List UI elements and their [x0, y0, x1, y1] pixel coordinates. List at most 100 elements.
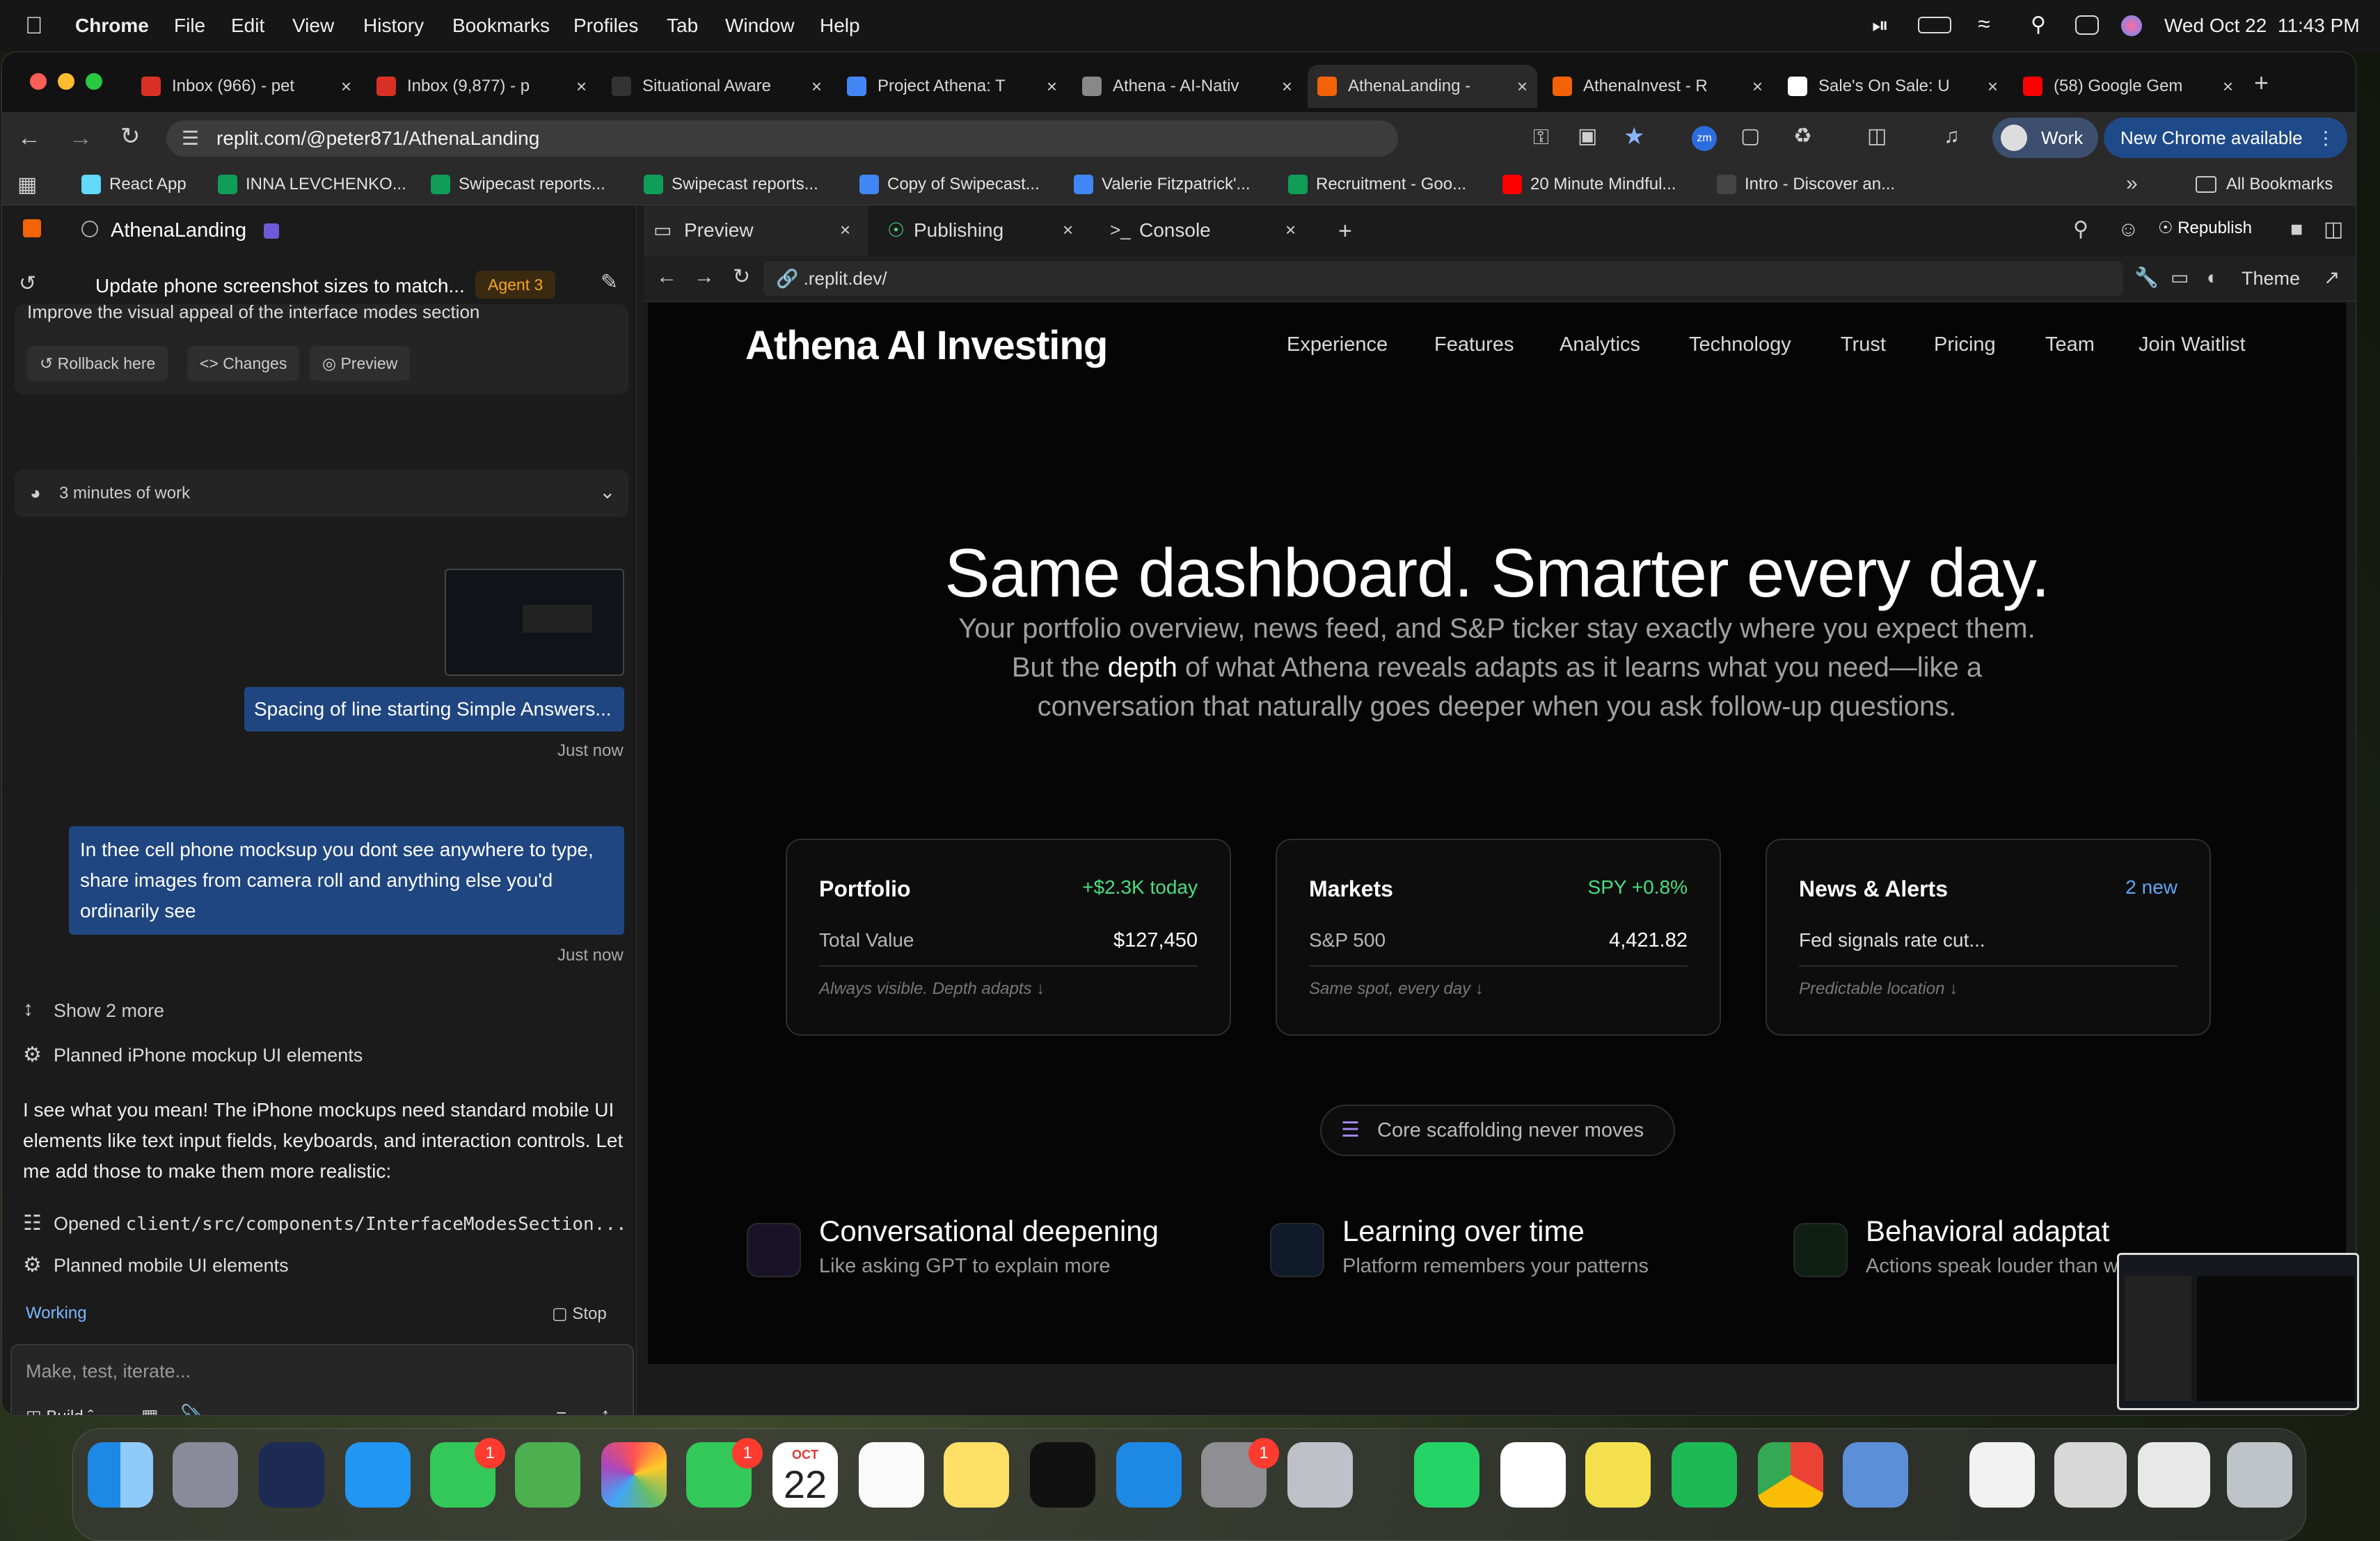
- chat-input-box[interactable]: Make, test, iterate... ◫ Build ˆ ▦ 📎 ≡ ↑: [10, 1344, 634, 1416]
- chevron-down-icon[interactable]: ⌄: [599, 482, 615, 502]
- close-tab-icon[interactable]: ×: [2223, 76, 2233, 97]
- back-icon[interactable]: ←: [17, 126, 41, 150]
- apple-icon[interactable]: : [25, 13, 43, 40]
- stop-button[interactable]: ▢ Stop: [552, 1304, 607, 1324]
- attach-icon[interactable]: 📎: [180, 1405, 205, 1416]
- devtools-wrench-icon[interactable]: 🔧: [2134, 268, 2159, 287]
- palette-icon[interactable]: ◐: [2207, 268, 2219, 287]
- tab-preview[interactable]: ▭ Preview ×: [644, 205, 868, 255]
- preview-url-field[interactable]: 🔗 .replit.dev/: [763, 261, 2123, 296]
- dock-document-icon[interactable]: [1969, 1442, 2035, 1508]
- bookmark-item[interactable]: Swipecast reports...: [431, 175, 605, 194]
- dock-trash-icon[interactable]: [2227, 1442, 2292, 1508]
- browser-tab[interactable]: AthenaInvest - R ×: [1543, 65, 1772, 108]
- tab-search-icon[interactable]: ◫: [1867, 126, 1887, 147]
- extension-icon[interactable]: ▢: [1740, 126, 1760, 147]
- nav-features[interactable]: Features: [1434, 333, 1514, 356]
- nav-technology[interactable]: Technology: [1689, 333, 1791, 356]
- select-element-icon[interactable]: ▦: [141, 1407, 159, 1415]
- bookmark-item[interactable]: Swipecast reports...: [644, 175, 818, 194]
- close-icon[interactable]: ×: [1285, 221, 1296, 239]
- dock-window-icon[interactable]: [2054, 1442, 2127, 1508]
- dock-screenshots-icon[interactable]: [2138, 1442, 2210, 1508]
- forward-icon[interactable]: →: [69, 126, 93, 150]
- wifi-icon[interactable]: ≈: [1978, 11, 1990, 37]
- extensions-puzzle-icon[interactable]: ♻: [1793, 126, 1812, 147]
- dock-maps-icon[interactable]: [515, 1442, 580, 1508]
- browser-tab[interactable]: Sale's On Sale: U ×: [1778, 65, 2008, 108]
- tab-publishing[interactable]: ☉ Publishing ×: [880, 205, 1089, 255]
- bookmark-item[interactable]: React App: [81, 175, 187, 194]
- dock-safari-icon[interactable]: [345, 1442, 411, 1508]
- close-icon[interactable]: ×: [1063, 221, 1073, 239]
- send-arrow-icon[interactable]: ↑: [601, 1405, 610, 1416]
- close-tab-icon[interactable]: ×: [341, 76, 351, 97]
- update-chrome-button[interactable]: New Chrome available ⋮: [2104, 118, 2347, 158]
- profile-button[interactable]: Work: [1992, 118, 2098, 158]
- media-control-icon[interactable]: ♫: [1944, 126, 1960, 147]
- dock-appstore-icon[interactable]: [1116, 1442, 1182, 1508]
- apps-grid-icon[interactable]: ▦: [17, 175, 37, 196]
- new-tab-icon[interactable]: +: [2254, 70, 2269, 95]
- bookmark-item[interactable]: 20 Minute Mindful...: [1502, 175, 1676, 194]
- menu-view[interactable]: View: [292, 15, 334, 37]
- back-icon[interactable]: ←: [656, 267, 677, 287]
- bookmark-item[interactable]: INNA LEVCHENKO...: [218, 175, 406, 194]
- news-alerts-card[interactable]: News & Alerts 2 new Fed signals rate cut…: [1766, 839, 2211, 1036]
- history-icon[interactable]: ↺: [19, 274, 36, 294]
- bookmark-item[interactable]: Intro - Discover an...: [1717, 175, 1895, 194]
- opened-file-row[interactable]: Opened client/src/components/InterfaceMo…: [54, 1213, 627, 1235]
- menu-window[interactable]: Window: [725, 15, 795, 37]
- preview-button[interactable]: ◎ Preview: [310, 346, 411, 381]
- close-window-button[interactable]: [30, 73, 47, 90]
- control-center-icon[interactable]: [2075, 15, 2099, 35]
- dock-finder-icon[interactable]: [88, 1442, 153, 1508]
- minimize-window-button[interactable]: [58, 73, 74, 90]
- all-bookmarks[interactable]: All Bookmarks: [2196, 175, 2333, 194]
- layout-icon[interactable]: ◫: [2324, 219, 2343, 240]
- menu-file[interactable]: File: [174, 15, 205, 37]
- add-tab-icon[interactable]: +: [1338, 219, 1352, 243]
- browser-tab[interactable]: Situational Aware ×: [602, 65, 832, 108]
- more-vert-icon[interactable]: ⋮: [2317, 118, 2335, 158]
- menu-profiles[interactable]: Profiles: [573, 15, 638, 37]
- close-tab-icon[interactable]: ×: [811, 76, 822, 97]
- dock-tv-icon[interactable]: [1030, 1442, 1095, 1508]
- site-info-icon[interactable]: ☰: [182, 129, 199, 148]
- nav-analytics[interactable]: Analytics: [1560, 333, 1640, 356]
- new-chat-icon[interactable]: ✎: [601, 272, 618, 293]
- popout-icon[interactable]: ■: [2290, 219, 2303, 240]
- menu-help[interactable]: Help: [820, 15, 860, 37]
- browser-tab[interactable]: Athena - AI-Nativ ×: [1072, 65, 1302, 108]
- bookmark-star-icon[interactable]: ★: [1624, 125, 1644, 148]
- close-tab-icon[interactable]: ×: [1517, 76, 1528, 97]
- close-tab-icon[interactable]: ×: [1047, 76, 1057, 97]
- screenshot-thumbnail[interactable]: [2117, 1253, 2359, 1410]
- nav-team[interactable]: Team: [2045, 333, 2095, 356]
- bookmark-item[interactable]: Valerie Fitzpatrick'...: [1074, 175, 1251, 194]
- devices-icon[interactable]: ▭: [2171, 268, 2189, 287]
- siri-icon[interactable]: [2121, 15, 2142, 36]
- more-bookmarks-icon[interactable]: »: [2126, 173, 2138, 194]
- dock-preview-icon[interactable]: [1843, 1442, 1908, 1508]
- close-icon[interactable]: ×: [840, 221, 850, 239]
- dock-photos-icon[interactable]: [601, 1442, 667, 1508]
- browser-tab[interactable]: Inbox (966) - pet ×: [132, 65, 361, 108]
- password-key-icon[interactable]: ⚿: [1533, 127, 1549, 148]
- dock-reminders-icon[interactable]: [859, 1442, 924, 1508]
- external-link-icon[interactable]: ↗: [2324, 268, 2340, 287]
- planned-item-1[interactable]: Planned iPhone mockup UI elements: [54, 1045, 363, 1066]
- forward-icon[interactable]: →: [694, 267, 715, 287]
- menu-history[interactable]: History: [363, 15, 424, 37]
- browser-tab[interactable]: Project Athena: T ×: [837, 65, 1067, 108]
- browser-tab[interactable]: AthenaLanding - ×: [1308, 65, 1537, 108]
- menu-tab[interactable]: Tab: [667, 15, 698, 37]
- work-summary[interactable]: ◕ 3 minutes of work ⌄: [15, 470, 628, 517]
- bookmark-item[interactable]: Copy of Swipecast...: [859, 175, 1040, 194]
- close-tab-icon[interactable]: ×: [1988, 76, 1998, 97]
- settings-sliders-icon[interactable]: ≡: [556, 1407, 566, 1415]
- reload-icon[interactable]: ↻: [733, 267, 750, 287]
- tab-console[interactable]: >_ Console ×: [1103, 205, 1312, 255]
- dock-whatsapp-icon[interactable]: [1414, 1442, 1479, 1508]
- dock-stickies-icon[interactable]: [1585, 1442, 1651, 1508]
